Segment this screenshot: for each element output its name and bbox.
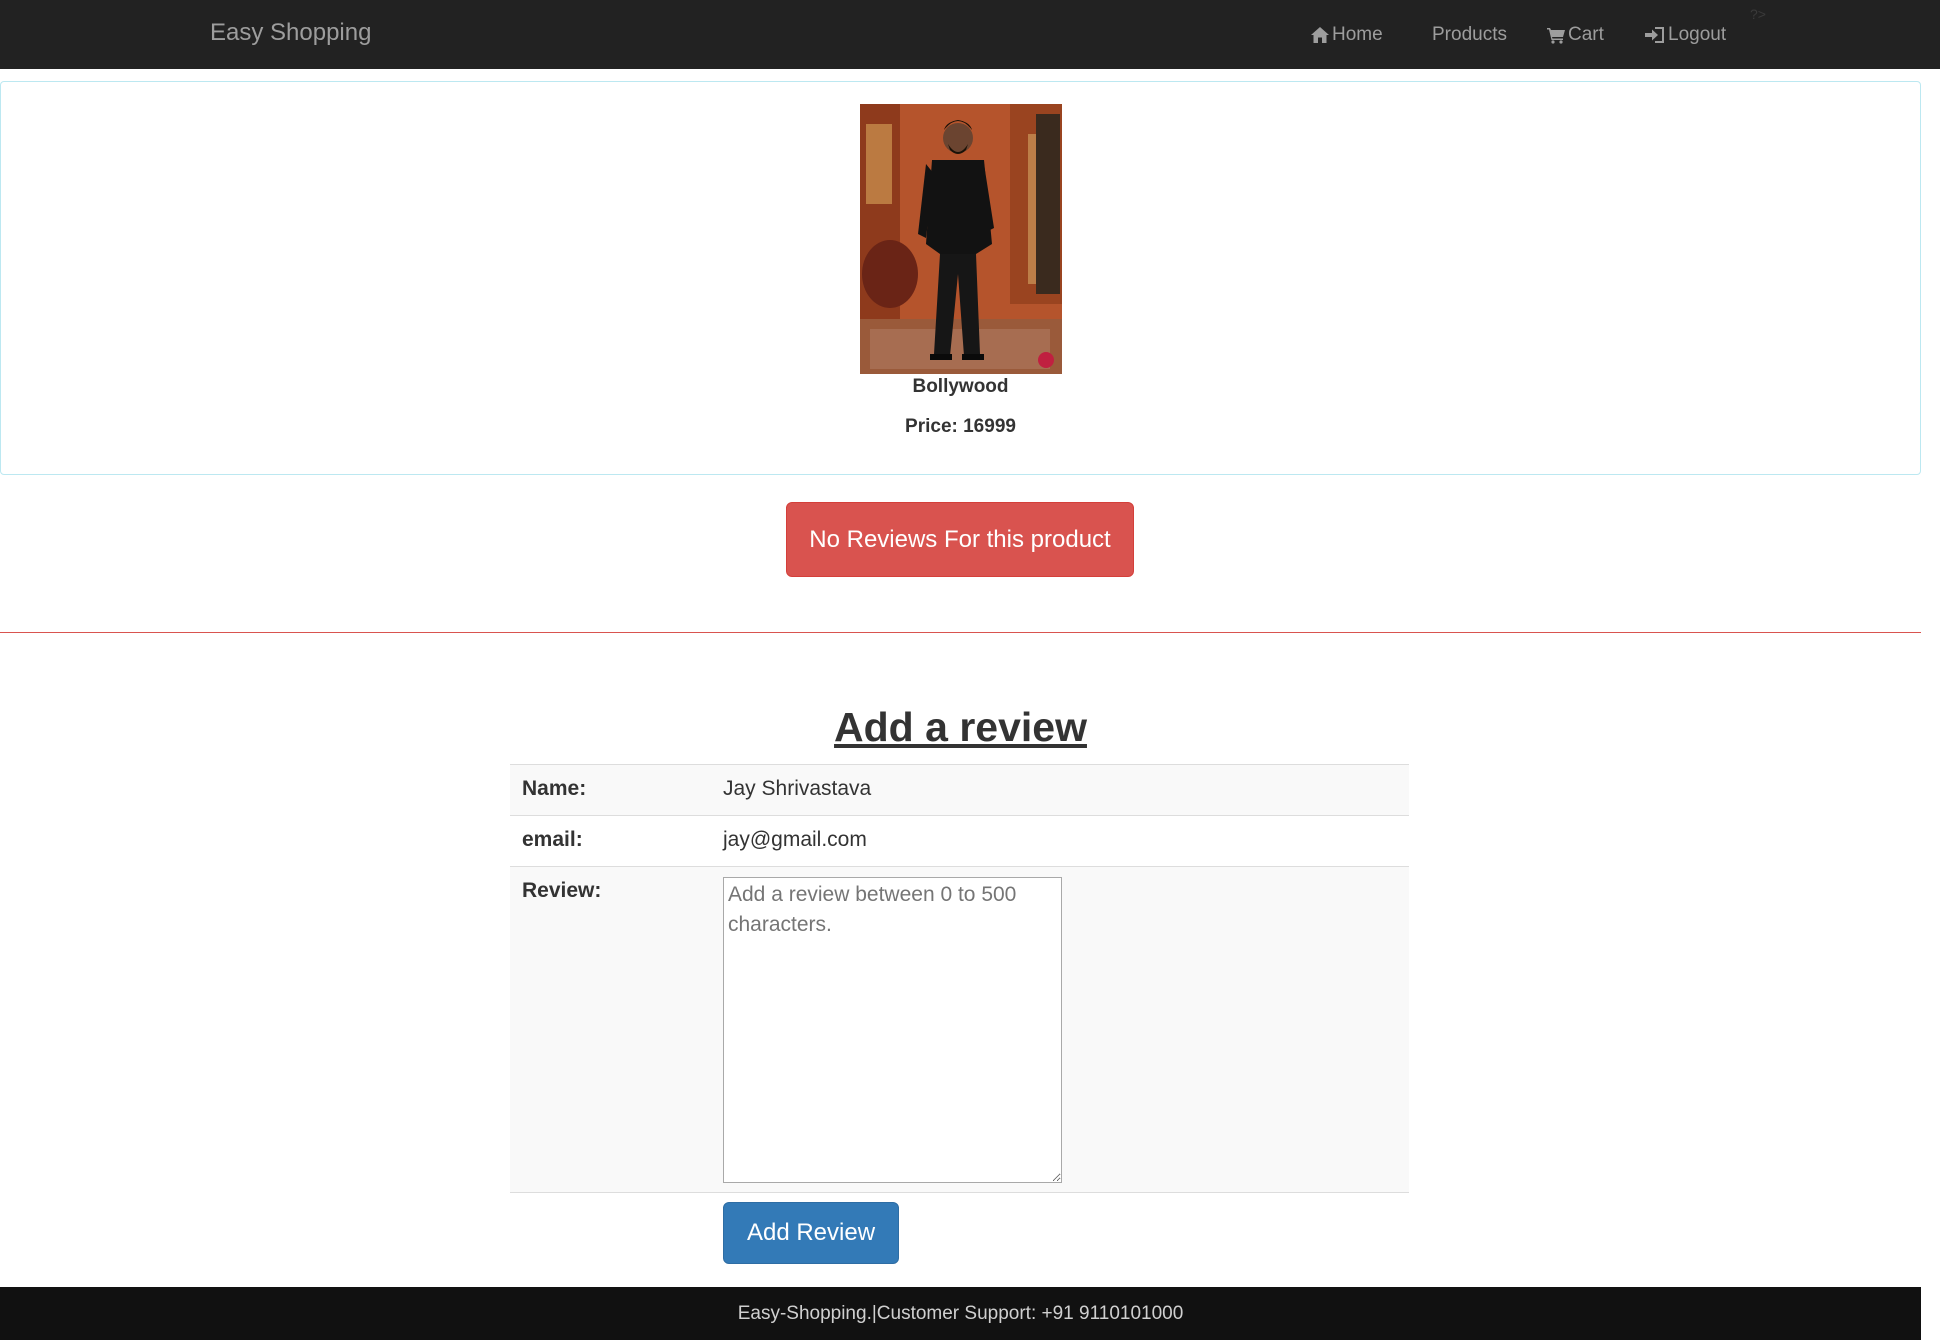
email-value: jay@gmail.com [723, 828, 867, 851]
stray-text: ?> [1750, 6, 1766, 22]
review-textarea[interactable] [723, 877, 1062, 1183]
home-icon [1311, 27, 1329, 43]
review-row: Review: [510, 866, 1409, 1192]
footer: Easy-Shopping.|Customer Support: +91 911… [0, 1287, 1921, 1340]
review-label: Review: [522, 879, 602, 902]
name-label: Name: [522, 777, 587, 800]
email-row: email: jay@gmail.com [510, 815, 1409, 866]
nav-cart-label: Cart [1568, 24, 1604, 45]
nav-logout-label: Logout [1668, 24, 1727, 45]
review-form-table: Name: Jay Shrivastava email: jay@gmail.c… [510, 764, 1409, 1272]
section-divider [0, 632, 1921, 633]
logout-icon [1645, 27, 1664, 43]
nav-cart-link[interactable]: Cart [1546, 20, 1604, 50]
name-row: Name: Jay Shrivastava [510, 764, 1409, 815]
nav-home-link[interactable]: Home [1310, 20, 1383, 50]
nav-logout-link[interactable]: Logout [1644, 20, 1726, 50]
name-value: Jay Shrivastava [723, 777, 872, 800]
product-panel: Bollywood Price: 16999 [0, 81, 1921, 475]
navbar: Easy Shopping Home Products Cart Logout … [0, 0, 1940, 69]
nav-home-label: Home [1332, 24, 1383, 45]
no-reviews-alert: No Reviews For this product [786, 502, 1134, 577]
cart-icon [1547, 28, 1565, 44]
product-price: Price: 16999 [905, 416, 1016, 437]
product-name: Bollywood [912, 376, 1009, 397]
brand-link[interactable]: Easy Shopping [210, 18, 371, 48]
nav-products-link[interactable]: Products [1432, 20, 1507, 50]
product-image [860, 104, 1062, 374]
add-review-button[interactable]: Add Review [723, 1202, 899, 1264]
submit-row: Add Review [510, 1192, 1409, 1272]
email-label: email: [522, 828, 583, 851]
add-review-heading: Add a review [834, 704, 1087, 750]
